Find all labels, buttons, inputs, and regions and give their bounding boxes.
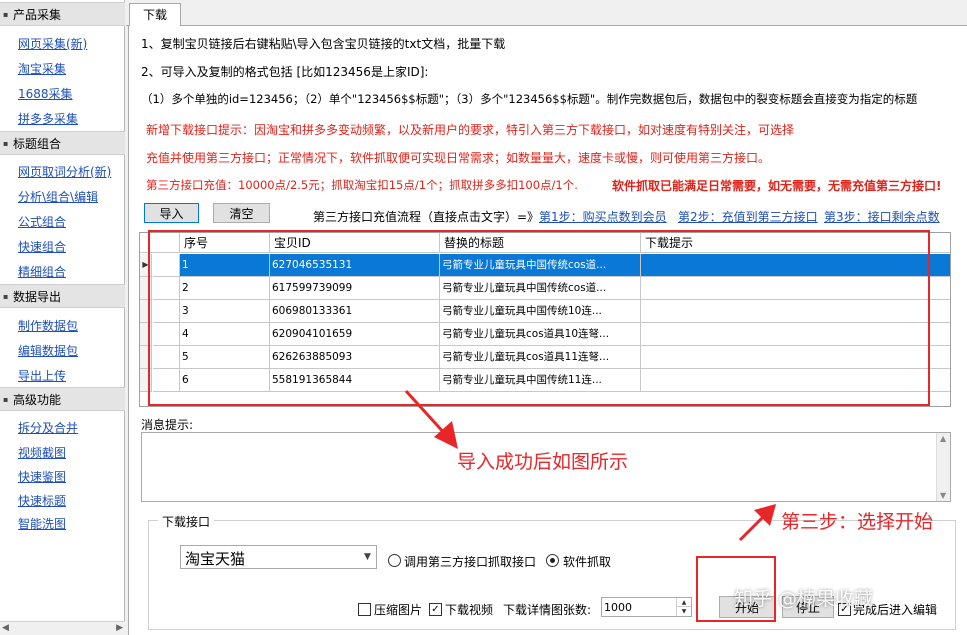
annotation-import-success: 导入成功后如图所示 bbox=[457, 451, 629, 473]
radio-third-party[interactable] bbox=[388, 554, 401, 567]
detail-count-label: 下载详情图张数: bbox=[503, 603, 592, 617]
tab-strip: 下载 bbox=[126, 0, 967, 27]
annotation-table-highlight bbox=[148, 230, 930, 406]
stepper-down-icon[interactable]: ▼ bbox=[676, 607, 691, 616]
notice-line-1: 新增下载接口提示：因淘宝和拼多多变动频繁，以及新用户的要求，特引入第三方下载接口… bbox=[146, 123, 795, 137]
sidebar-item-web-keyword[interactable]: 网页取词分析(新) bbox=[18, 163, 111, 180]
annotation-step-three: 第三步：选择开始 bbox=[781, 511, 934, 533]
message-label: 消息提示: bbox=[141, 418, 194, 432]
radio-software[interactable] bbox=[546, 554, 559, 567]
detail-count-stepper[interactable]: ▲ ▼ bbox=[601, 597, 692, 617]
radio-software-label: 软件抓取 bbox=[563, 555, 612, 569]
sidebar-item-make-package[interactable]: 制作数据包 bbox=[18, 317, 78, 334]
compress-image-label: 压缩图片 bbox=[374, 603, 423, 617]
detail-count-input[interactable] bbox=[604, 599, 676, 615]
platform-select[interactable]: 淘宝天猫 ▼ bbox=[180, 545, 377, 569]
sidebar-item-analyze-edit[interactable]: 分析\组合\编辑 bbox=[18, 188, 98, 205]
collapse-icon: ▪ bbox=[3, 9, 9, 19]
tab-download[interactable]: 下载 bbox=[129, 3, 181, 27]
sidebar-item-quick-image-check[interactable]: 快速鉴图 bbox=[18, 468, 66, 485]
sidebar-item-export-upload[interactable]: 导出上传 bbox=[18, 367, 66, 384]
collapse-icon: ▪ bbox=[3, 138, 9, 148]
step3-remaining-link[interactable]: 第3步：接口剩余点数 bbox=[824, 208, 940, 225]
sidebar-item-formula-combo[interactable]: 公式组合 bbox=[18, 213, 66, 230]
radio-third-party-label: 调用第三方接口抓取接口 bbox=[404, 555, 537, 569]
sidebar-item-pdd-collect[interactable]: 拼多多采集 bbox=[18, 110, 78, 127]
annotation-arrow-down-icon bbox=[404, 389, 458, 449]
step2-recharge-link[interactable]: 第2步：充值到第三方接口 bbox=[678, 208, 818, 225]
sidebar-section-title-combo[interactable]: ▪ 标题组合 bbox=[0, 131, 125, 155]
sidebar-item-fine-combo[interactable]: 精细组合 bbox=[18, 263, 66, 280]
message-content bbox=[142, 433, 950, 439]
platform-select-value: 淘宝天猫 bbox=[185, 550, 246, 568]
download-video-checkbox[interactable]: ✓ bbox=[429, 603, 442, 616]
sidebar-item-video-capture[interactable]: 视频截图 bbox=[18, 444, 66, 461]
radio-selected-dot-icon bbox=[550, 558, 555, 563]
download-video-label: 下载视频 bbox=[445, 603, 494, 617]
sidebar-item-taobao-collect[interactable]: 淘宝采集 bbox=[18, 60, 66, 77]
collapse-icon: ▪ bbox=[3, 394, 9, 404]
instruction-line-2: 2、可导入及复制的格式包括 [比如123456是上家ID]: bbox=[141, 65, 429, 79]
scroll-right-icon[interactable]: ▶ bbox=[116, 623, 123, 633]
sidebar-section-advanced[interactable]: ▪ 高级功能 bbox=[0, 387, 125, 411]
sidebar-item-web-collect[interactable]: 网页采集(新) bbox=[18, 35, 87, 52]
sidebar-item-quick-title[interactable]: 快速标题 bbox=[18, 492, 66, 509]
collapse-icon: ▪ bbox=[3, 291, 9, 301]
sidebar-item-1688-collect[interactable]: 1688采集 bbox=[18, 85, 73, 102]
sidebar-item-quick-combo[interactable]: 快速组合 bbox=[18, 238, 66, 255]
stepper-up-icon[interactable]: ▲ bbox=[676, 598, 691, 607]
message-scrollbar[interactable]: ▲ ▼ bbox=[936, 433, 950, 501]
notice-recharge: 第三方接口充值：10000点/2.5元；抓取淘宝扣15点/1个；抓取拼多多扣10… bbox=[146, 178, 578, 192]
sidebar-section-product-collect[interactable]: ▪ 产品采集 bbox=[0, 2, 125, 26]
notice-line-2: 充值并使用第三方接口；正常情况下，软件抓取便可实现日常需求；如数量量大，速度卡或… bbox=[146, 151, 771, 165]
sidebar-item-smart-clean[interactable]: 智能洗图 bbox=[18, 515, 66, 532]
scroll-down-icon[interactable]: ▼ bbox=[940, 491, 946, 500]
chevron-down-icon: ▼ bbox=[364, 552, 371, 562]
clear-button[interactable]: 清空 bbox=[213, 203, 270, 223]
sidebar-section-data-export[interactable]: ▪ 数据导出 bbox=[0, 284, 125, 308]
sidebar-item-split-merge[interactable]: 拆分及合并 bbox=[18, 419, 78, 436]
sidebar: ▪ 产品采集 网页采集(新) 淘宝采集 1688采集 拼多多采集 ▪ 标题组合 … bbox=[0, 0, 125, 635]
import-button[interactable]: 导入 bbox=[144, 203, 199, 223]
scroll-up-icon[interactable]: ▲ bbox=[940, 434, 946, 443]
recharge-flow-text: 第三方接口充值流程（直接点击文字）=》 bbox=[313, 210, 540, 224]
scroll-left-icon[interactable]: ◀ bbox=[2, 623, 9, 633]
instruction-line-1: 1、复制宝贝链接后右键粘贴\导入包含宝贝链接的txt文档，批量下载 bbox=[141, 37, 506, 51]
sidebar-item-edit-package[interactable]: 编辑数据包 bbox=[18, 342, 78, 359]
annotation-arrow-start-icon bbox=[738, 504, 776, 542]
step1-buy-points-link[interactable]: 第1步：购买点数到会员 bbox=[539, 208, 667, 225]
watermark: 知乎 @楠果收藏 bbox=[734, 588, 874, 610]
instruction-line-3: （1）多个单独的id=123456；（2）单个"123456$$标题"；（3）多… bbox=[141, 92, 918, 106]
sidebar-horizontal-scrollbar[interactable]: ◀ ▶ bbox=[0, 621, 125, 635]
download-interface-label: 下载接口 bbox=[158, 513, 215, 530]
notice-recharge-bold: 软件抓取已能满足日常需要，如无需要，无需充值第三方接口! bbox=[612, 179, 942, 193]
compress-image-checkbox[interactable] bbox=[358, 603, 371, 616]
